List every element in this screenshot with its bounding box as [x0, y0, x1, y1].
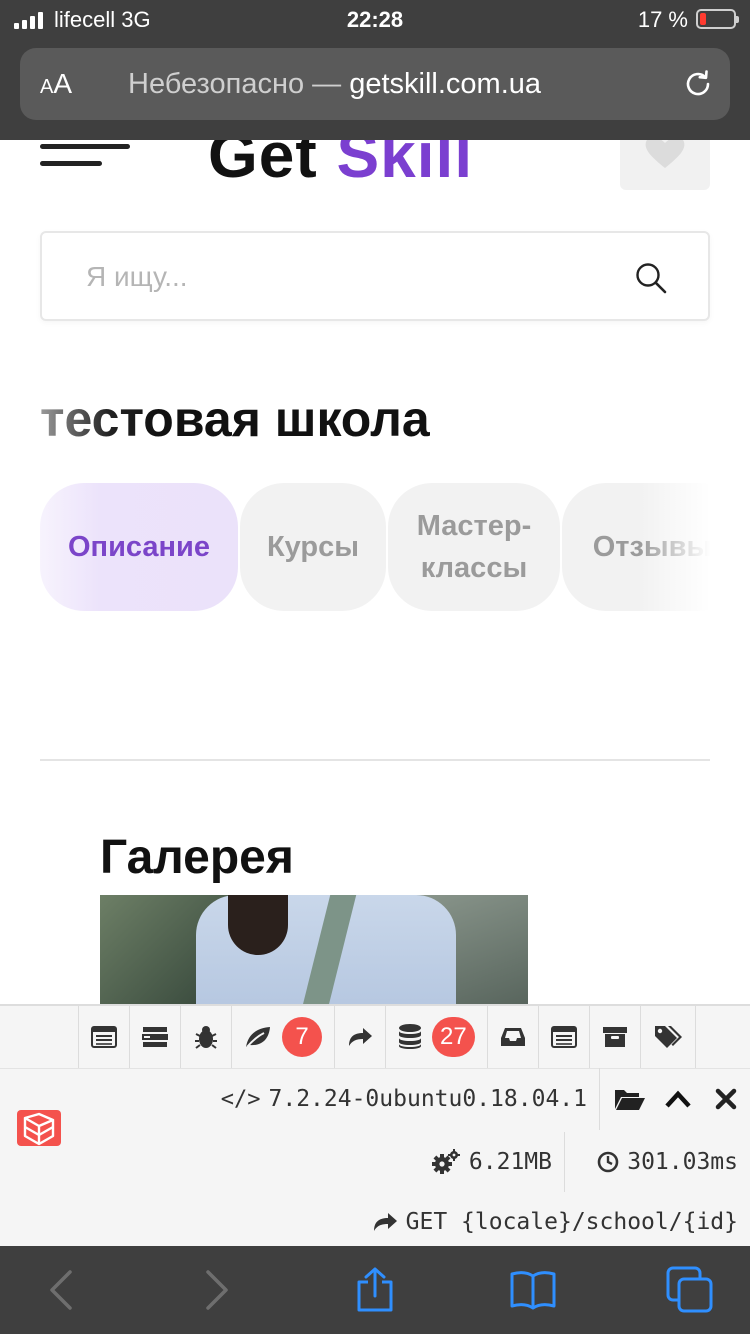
folder-open-icon — [615, 1090, 645, 1110]
memory-usage: 6.21MB — [431, 1132, 565, 1192]
timeline-icon — [142, 1027, 168, 1047]
debug-tab-timeline[interactable] — [130, 1006, 181, 1068]
models-tags-icon — [654, 1026, 682, 1048]
debug-bar-tabs: 7 27 — [78, 1006, 696, 1068]
reload-icon[interactable] — [682, 68, 714, 100]
close-debugbar-button[interactable] — [702, 1068, 750, 1130]
request-list-icon — [550, 1026, 577, 1048]
php-version: </> 7.2.24-0ubuntu0.18.04.1 — [221, 1068, 600, 1130]
queries-database-icon — [399, 1024, 421, 1049]
debug-bar: 7 27 </> 7.2.24-0ubuntu0.18.04.1 6.21MB … — [0, 1004, 750, 1246]
domain-label: getskill.com.ua — [349, 68, 542, 100]
tab-reviews[interactable]: Отзывы — [562, 483, 710, 611]
school-title: тестовая школа — [40, 391, 430, 447]
browser-bottom-toolbar — [0, 1246, 750, 1334]
debug-tab-views[interactable]: 7 — [232, 1006, 335, 1068]
messages-icon — [91, 1026, 117, 1048]
search-input[interactable] — [86, 257, 606, 297]
debug-tab-route[interactable] — [335, 1006, 386, 1068]
web-page: Get Skill тестовая школа Описание Курсы … — [0, 140, 750, 1004]
tab-courses[interactable]: Курсы — [240, 483, 386, 611]
debug-tab-messages[interactable] — [78, 1006, 130, 1068]
queries-count-badge: 27 — [432, 1017, 475, 1057]
debug-tab-session[interactable] — [590, 1006, 641, 1068]
route-share-icon — [349, 1028, 372, 1046]
close-icon — [715, 1088, 737, 1110]
laravel-logo-icon[interactable] — [17, 1106, 61, 1150]
site-logo[interactable]: Get Skill — [208, 140, 473, 192]
heart-icon — [645, 140, 685, 168]
debug-tab-mails[interactable] — [488, 1006, 539, 1068]
cogs-icon — [431, 1149, 460, 1174]
debug-tab-exceptions[interactable] — [181, 1006, 232, 1068]
security-warning: Небезопасно — — [128, 68, 342, 100]
battery-percentage: 17 % — [637, 7, 688, 32]
address-bar[interactable]: AA Небезопасно — getskill.com.ua — [20, 48, 730, 120]
hamburger-menu-icon[interactable] — [40, 142, 132, 168]
section-divider — [40, 759, 710, 761]
bookmarks-icon[interactable] — [509, 1266, 557, 1314]
views-count-badge: 7 — [282, 1017, 322, 1057]
views-leaf-icon — [246, 1027, 270, 1048]
current-route: GET {locale}/school/{id} — [372, 1194, 738, 1250]
search-icon[interactable] — [634, 261, 668, 295]
request-duration: 301.03ms — [597, 1132, 738, 1192]
mails-inbox-icon — [500, 1028, 525, 1046]
tabs-icon[interactable] — [666, 1266, 714, 1314]
share-icon[interactable] — [351, 1266, 399, 1314]
share-arrow-icon — [373, 1213, 397, 1231]
battery-icon — [696, 9, 739, 29]
session-archive-icon — [602, 1027, 627, 1047]
debug-tab-request[interactable] — [539, 1006, 590, 1068]
gallery-photo[interactable] — [100, 895, 528, 1004]
debug-tab-queries[interactable]: 27 — [386, 1006, 488, 1068]
code-icon: </> — [220, 1086, 261, 1112]
school-tabs: Описание Курсы Мастер- классы Отзывы — [40, 483, 710, 611]
tab-master-classes[interactable]: Мастер- классы — [388, 483, 560, 611]
back-icon[interactable] — [38, 1266, 86, 1314]
clock-icon — [597, 1151, 619, 1173]
gallery-title: Галерея — [100, 831, 294, 884]
url-display[interactable]: Небезопасно — getskill.com.ua — [128, 68, 541, 101]
reader-aa-button[interactable]: AA — [40, 68, 72, 100]
maximize-button[interactable] — [654, 1068, 702, 1130]
tab-description[interactable]: Описание — [40, 483, 238, 611]
debug-tab-models[interactable] — [641, 1006, 696, 1068]
debug-bar-controls — [606, 1068, 750, 1130]
forward-icon[interactable] — [192, 1266, 240, 1314]
chevron-up-icon — [665, 1090, 691, 1108]
status-bar: lifecell 3G 22:28 17 % — [0, 0, 750, 40]
favorites-button[interactable] — [620, 140, 710, 190]
browser-top-chrome: lifecell 3G 22:28 17 % AA Небезопасно — … — [0, 0, 750, 140]
open-folder-button[interactable] — [606, 1068, 654, 1130]
exceptions-bug-icon — [195, 1026, 217, 1049]
search-box — [40, 231, 710, 321]
